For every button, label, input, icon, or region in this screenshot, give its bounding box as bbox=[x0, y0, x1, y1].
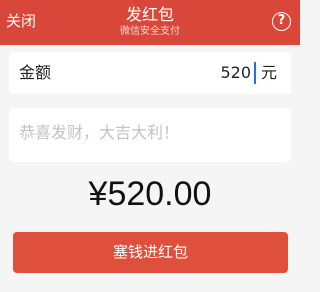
page-subtitle: 微信安全支付 bbox=[120, 26, 180, 37]
submit-red-packet-button[interactable]: 塞钱进红包 bbox=[13, 232, 288, 273]
question-circle-icon[interactable]: ? bbox=[272, 12, 291, 31]
top-bar: 关闭 发红包 微信安全支付 ? bbox=[0, 0, 300, 45]
amount-field[interactable]: 金额 520 元 bbox=[9, 52, 291, 94]
message-input[interactable]: 恭喜发财，大吉大利！ bbox=[19, 123, 179, 143]
amount-label: 金额 bbox=[19, 63, 52, 82]
amount-input[interactable]: 520 bbox=[220, 63, 251, 83]
message-field[interactable]: 恭喜发财，大吉大利！ bbox=[9, 108, 291, 162]
total-amount: ¥520.00 bbox=[88, 175, 212, 213]
page-title: 发红包 bbox=[125, 5, 174, 24]
amount-unit: 元 bbox=[260, 63, 277, 82]
text-cursor bbox=[254, 62, 256, 84]
